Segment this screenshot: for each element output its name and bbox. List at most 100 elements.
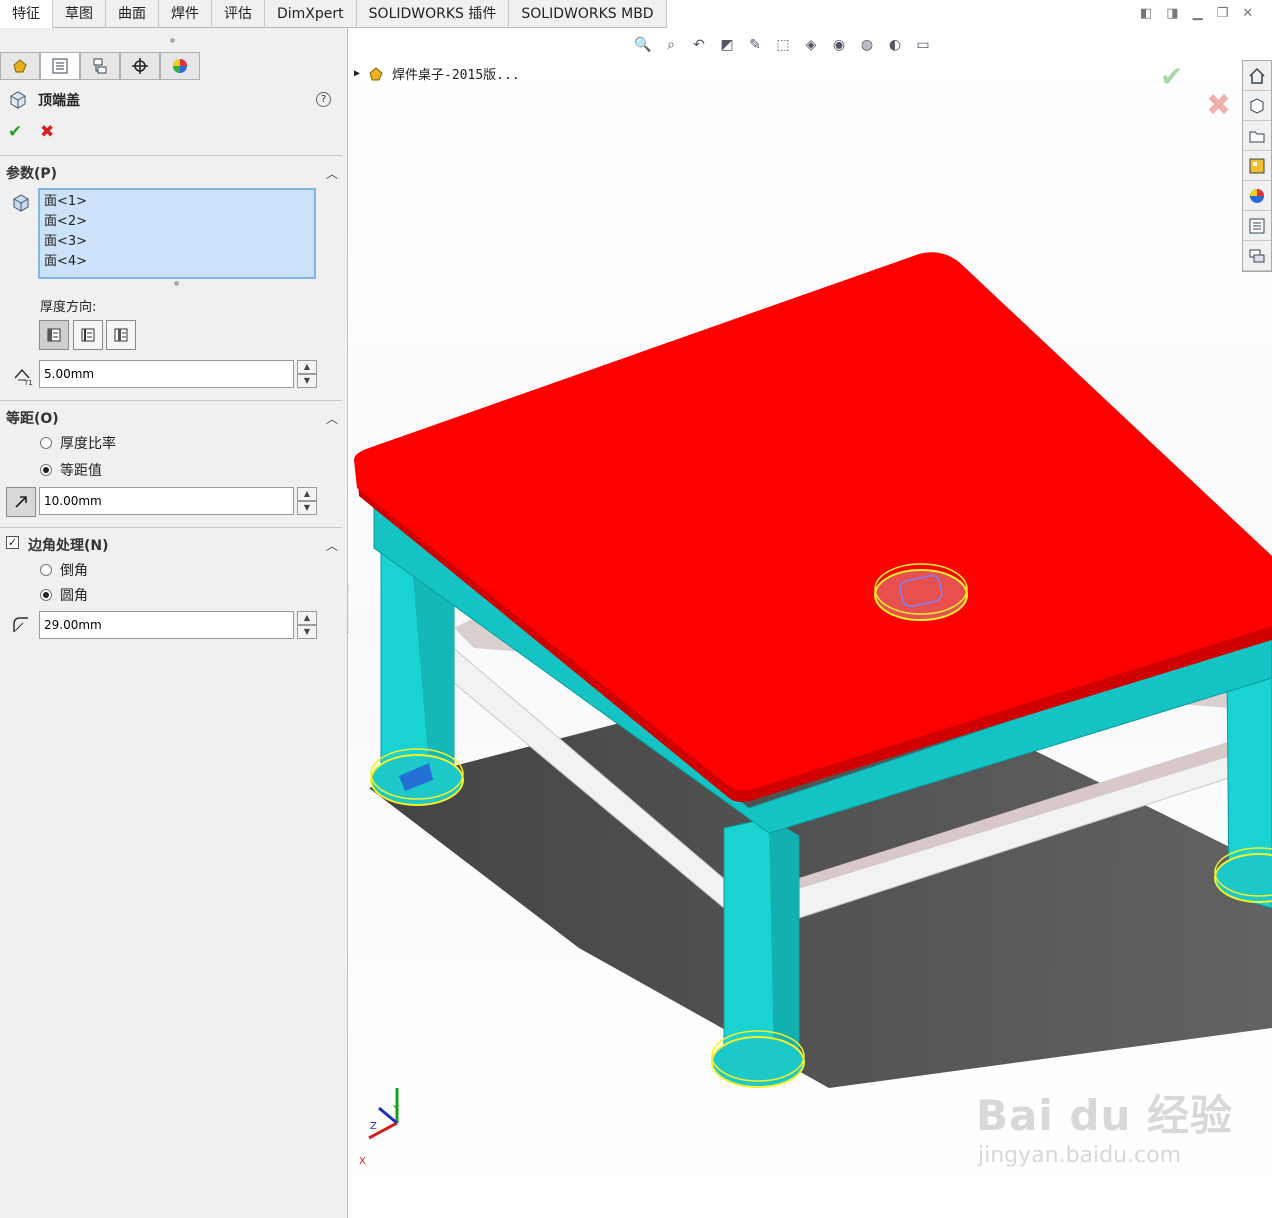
weldment-part-icon [369, 66, 383, 80]
section-corner-treatment[interactable]: 边角处理(N) [28, 535, 109, 555]
tab-solidworks-mbd[interactable]: SOLIDWORKS MBD [509, 0, 667, 28]
thickness-input[interactable] [39, 360, 294, 388]
collapse-chevron-icon[interactable]: ︿ [326, 410, 338, 427]
triad-x-label: X [359, 1156, 366, 1167]
confirm-ok-icon[interactable]: ✔ [1160, 60, 1183, 93]
tile-left-icon[interactable]: ◧ [1140, 6, 1152, 21]
spin-down-button[interactable]: ▼ [297, 501, 317, 515]
chamfer-radio[interactable]: 倒角 [40, 560, 88, 580]
watermark-url: jingyan.baidu.com [978, 1143, 1182, 1168]
watermark: Bai du 经验 jingyan.baidu.com [976, 1082, 1233, 1168]
help-button[interactable]: ? [316, 92, 331, 107]
thickness-icon: T1 [10, 363, 34, 387]
ok-button[interactable]: ✔ [8, 122, 22, 142]
3d-content-icon[interactable] [1243, 91, 1271, 121]
tree-root-label[interactable]: 焊件桌子-2015版... [392, 64, 520, 83]
restore-icon[interactable]: ❐ [1217, 6, 1229, 21]
spin-down-button[interactable]: ▼ [297, 625, 317, 639]
splitter-handle[interactable] [170, 38, 175, 43]
spin-up-button[interactable]: ▲ [297, 360, 317, 374]
tab-dimxpert[interactable]: DimXpert [265, 0, 357, 28]
feature-header: 顶端盖 [8, 90, 80, 110]
radio-label: 等距值 [60, 463, 102, 479]
list-resize-handle[interactable] [174, 281, 179, 286]
window-controls: ◧ ◨ ▁ ❐ ✕ [1140, 6, 1253, 21]
display-manager-tab[interactable] [160, 52, 200, 80]
custom-properties-icon[interactable] [1243, 211, 1271, 241]
thickness-outward-icon [47, 328, 61, 342]
section-parameters[interactable]: 参数(P) [6, 163, 57, 183]
property-manager-tab[interactable] [40, 52, 80, 80]
collapse-chevron-icon[interactable]: ︿ [326, 165, 338, 182]
offset-value-radio[interactable]: 等距值 [40, 460, 102, 480]
spin-up-button[interactable]: ▲ [297, 487, 317, 501]
expand-arrow-icon[interactable]: ▶ [354, 68, 360, 79]
offset-input[interactable] [39, 487, 294, 515]
thickness-inward-icon [81, 328, 95, 342]
fillet-radio[interactable]: 圆角 [40, 585, 88, 605]
list-item[interactable]: 面<3> [44, 232, 310, 252]
thickness-outward-button[interactable] [39, 320, 69, 350]
feature-manager-tab[interactable] [0, 52, 40, 80]
list-item[interactable]: 面<4> [44, 252, 310, 272]
radio-circle [40, 589, 52, 601]
reverse-direction-button[interactable] [6, 487, 36, 517]
property-list-icon [52, 58, 68, 74]
configuration-manager-tab[interactable] [80, 52, 120, 80]
manager-tabs [0, 52, 200, 80]
property-manager: 顶端盖 ? ✔ ✖ 参数(P) ︿ 面<1> 面<2> 面<3> 面<4> 厚度… [0, 28, 348, 1218]
confirm-cancel-icon[interactable]: ✖ [1206, 88, 1231, 123]
edit-appearance-icon[interactable]: ◍ [856, 34, 878, 56]
view-orientation-icon[interactable]: ⬚ [772, 34, 794, 56]
radio-circle [40, 564, 52, 576]
section-offset[interactable]: 等距(O) [6, 408, 59, 428]
dimxpert-manager-tab[interactable] [120, 52, 160, 80]
thickness-internal-button[interactable] [106, 320, 136, 350]
fillet-input[interactable] [39, 611, 294, 639]
tab-evaluate[interactable]: 评估 [212, 0, 265, 28]
apply-scene-icon[interactable]: ◐ [884, 34, 906, 56]
zoom-to-fit-icon[interactable]: 🔍 [632, 34, 654, 56]
thickness-inward-button[interactable] [73, 320, 103, 350]
list-item[interactable]: 面<1> [44, 192, 310, 212]
home-icon[interactable] [1243, 61, 1271, 91]
hide-show-icon[interactable]: ◉ [828, 34, 850, 56]
previous-view-icon[interactable]: ↶ [688, 34, 710, 56]
thickness-internal-icon [114, 328, 128, 342]
thickness-ratio-radio[interactable]: 厚度比率 [40, 433, 116, 453]
appearances-icon[interactable] [1243, 181, 1271, 211]
minimize-icon[interactable]: ▁ [1193, 6, 1203, 21]
forum-icon[interactable] [1243, 241, 1271, 271]
divider [0, 527, 342, 528]
close-icon[interactable]: ✕ [1242, 6, 1253, 21]
radio-circle [40, 437, 52, 449]
zoom-area-icon[interactable]: ⌕ [660, 34, 682, 56]
corner-treatment-checkbox[interactable]: ✓ [6, 536, 19, 549]
divider [0, 155, 342, 156]
cancel-button[interactable]: ✖ [40, 122, 54, 142]
section-view-icon[interactable]: ◩ [716, 34, 738, 56]
tab-weldments[interactable]: 焊件 [159, 0, 212, 28]
collapse-chevron-icon[interactable]: ︿ [326, 537, 338, 554]
tab-surfaces[interactable]: 曲面 [106, 0, 159, 28]
list-item[interactable]: 面<2> [44, 212, 310, 232]
file-explorer-icon[interactable] [1243, 121, 1271, 151]
tab-solidworks-addins[interactable]: SOLIDWORKS 插件 [357, 0, 510, 28]
reverse-arrow-icon [15, 496, 27, 508]
view-settings-icon[interactable]: ▭ [912, 34, 934, 56]
radio-label: 厚度比率 [60, 436, 116, 452]
view-palette-icon[interactable] [1243, 151, 1271, 181]
spin-up-button[interactable]: ▲ [297, 611, 317, 625]
display-style-icon[interactable]: ◈ [800, 34, 822, 56]
heads-up-view-toolbar: 🔍 ⌕ ↶ ◩ ✎ ⬚ ◈ ◉ ◍ ◐ ▭ [632, 34, 934, 56]
face-select-icon [10, 192, 32, 214]
end-cap-icon [10, 91, 26, 109]
spin-down-button[interactable]: ▼ [297, 374, 317, 388]
dynamic-annotation-icon[interactable]: ✎ [744, 34, 766, 56]
tile-right-icon[interactable]: ◨ [1166, 6, 1178, 21]
task-pane-tabs [1242, 60, 1272, 272]
tab-sketch[interactable]: 草图 [53, 0, 106, 28]
divider [0, 400, 342, 401]
tab-features[interactable]: 特征 [0, 0, 53, 28]
face-selection-list[interactable]: 面<1> 面<2> 面<3> 面<4> [38, 188, 316, 279]
